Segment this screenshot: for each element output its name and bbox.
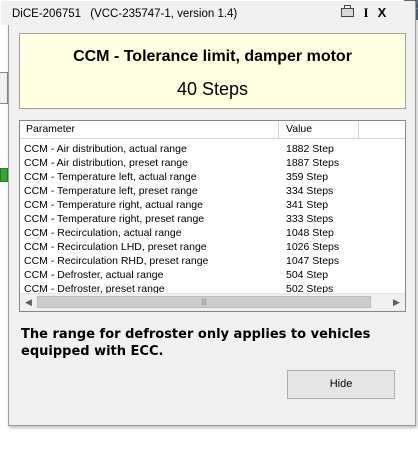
value-cell: 341 Step [286,199,329,211]
result-value: 40 Steps [176,79,249,99]
result-header: CCM - Tolerance limit, damper motor 40 S… [19,33,406,109]
table-header: Parameter Value [20,121,405,139]
scrollbar-thumb[interactable]: ||| [37,296,371,308]
table-row[interactable]: CCM - Air distribution, preset range 1887… [20,156,405,170]
parameter-cell: CCM - Temperature left, preset range [24,185,198,197]
value-cell: 1887 Steps [286,157,340,169]
table-body: CCM - Air distribution, actual range 1882… [20,142,405,296]
parameter-cell: CCM - Temperature left, actual range [24,171,197,183]
parameter-cell: CCM - Recirculation, actual range [24,227,182,239]
close-icon[interactable]: X [374,5,390,21]
window-title: DiCE-206751 (VCC-235747-1, version 1.4) [12,8,237,20]
table-row[interactable]: CCM - Defroster, actual range 504 Step [20,268,405,282]
column-header-value[interactable]: Value [279,121,359,138]
hide-button[interactable]: Hide [287,370,395,399]
parameter-cell: CCM - Defroster, actual range [24,269,164,281]
window-title-main: DiCE-206751 [12,8,82,20]
info-icon[interactable]: I [358,5,374,21]
value-cell: 334 Steps [286,185,334,197]
table-row[interactable]: CCM - Recirculation, actual range 1048 St… [20,226,405,240]
table-row[interactable]: CCM - Temperature right, actual range 341… [20,198,405,212]
value-cell: 1048 Step [286,227,334,239]
value-cell: 1047 Steps [286,255,340,267]
table-row[interactable]: CCM - Recirculation LHD, preset range 102… [20,240,405,254]
info-dialog: DiCE-206751 (VCC-235747-1, version 1.4) … [1,1,416,426]
window-title-version: (VCC-235747-1, version 1.4) [90,8,238,20]
scroll-right-icon[interactable]: ▶ [388,294,405,311]
horizontal-scrollbar[interactable]: ◀ ||| ▶ [20,293,405,311]
value-cell: 504 Step [286,269,329,281]
value-cell: 359 Step [286,171,329,183]
parameter-cell: CCM - Recirculation RHD, preset range [24,255,209,267]
value-cell: 1026 Steps [286,241,340,253]
parameter-cell: CCM - Temperature right, actual range [24,199,203,211]
scroll-left-icon[interactable]: ◀ [20,294,37,311]
title-bar: DiCE-206751 (VCC-235747-1, version 1.4) … [1,1,415,25]
result-title: CCM - Tolerance limit, damper motor [73,48,352,65]
column-header-parameter[interactable]: Parameter [20,121,279,138]
parameter-cell: CCM - Air distribution, actual range [24,143,187,155]
background-status-indicator [0,168,8,182]
table-row[interactable]: CCM - Temperature right, preset range 333… [20,212,405,226]
table-row[interactable]: CCM - Temperature left, preset range 334 … [20,184,405,198]
table-row[interactable]: CCM - Temperature left, actual range 359 … [20,170,405,184]
parameter-cell: CCM - Air distribution, preset range [24,157,188,169]
value-cell: 333 Steps [286,213,334,225]
table-row[interactable]: CCM - Air distribution, actual range 1882… [20,142,405,156]
parameter-cell: CCM - Recirculation LHD, preset range [24,241,207,253]
value-cell: 1882 Step [286,143,334,155]
background-app [0,0,8,461]
scrollbar-grip-icon: ||| [201,299,207,306]
table-row[interactable]: CCM - Recirculation RHD, preset range 104… [20,254,405,268]
background-panel-fragment [0,72,8,104]
printer-icon[interactable] [340,5,356,21]
parameter-cell: CCM - Temperature right, preset range [24,213,205,225]
parameter-table[interactable]: Parameter Value CCM - Air distribution, … [19,120,406,312]
info-note: The range for defroster only applies to … [21,327,371,359]
